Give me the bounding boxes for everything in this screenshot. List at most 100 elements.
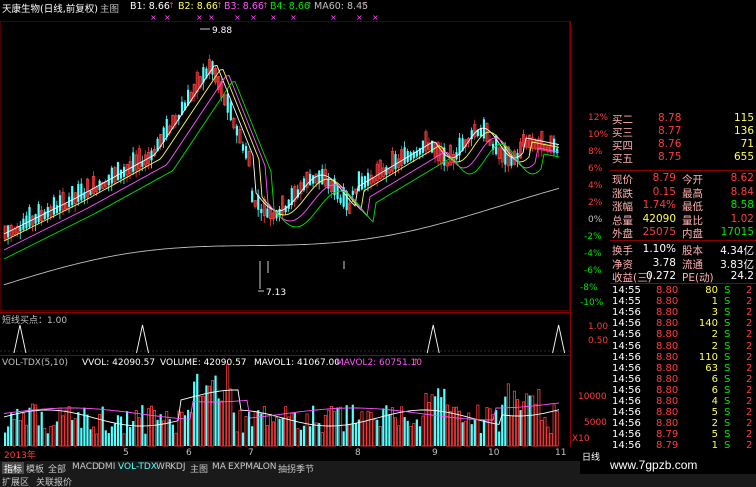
volume-bar [299,429,303,446]
bid-price: 8.76 [658,138,682,150]
trade-row[interactable]: 14:56 8.80 6 S 2 [612,374,756,385]
tab-kdj[interactable]: KDJ [170,462,186,472]
volume-bar [7,426,10,446]
trade-row[interactable]: 14:56 8.80 63 S 2 [612,363,756,374]
trade-row[interactable]: 14:56 8.80 4 S 2 [612,396,756,407]
volume-bar [454,406,458,447]
volume-bars [4,363,559,447]
volume-bar [479,432,482,446]
volume-bar [83,407,86,446]
volume-bar [223,390,227,447]
tab-macd[interactable]: MACD [72,462,99,472]
volume-bar [40,411,43,446]
order-book-row[interactable]: 买五 8.75 655 [610,151,756,165]
volume-bar [110,426,113,446]
order-book-row[interactable]: 买二 8.78 115 [610,112,756,126]
stat-value: 8.62 [730,172,754,184]
candle-body [80,183,83,201]
volume-bar [232,412,235,446]
bid-volume: 655 [733,151,754,163]
trade-row[interactable]: 14:56 8.80 6 S 2 [612,385,756,396]
volume-bar [501,404,504,446]
trade-row[interactable]: 14:56 8.80 3 S 2 [612,307,756,318]
trade-row[interactable]: 14:55 8.80 1 S 2 [612,296,756,307]
candle-body [71,186,74,206]
volume-bar [543,417,547,447]
stat-value: 8.79 [652,172,676,184]
trade-price: 8.80 [656,396,679,407]
volume-bar [522,401,526,447]
volume-bar [448,411,452,447]
trade-row[interactable]: 14:56 8.79 5 S 2 [612,429,756,440]
volume-bar [549,432,553,447]
bid-price: 8.78 [658,112,682,124]
volume-bar [418,426,421,446]
volume-bar [537,389,541,447]
volume-bar [217,398,220,446]
volume-bar [104,430,107,446]
order-book-row[interactable]: 买四 8.76 71 [610,138,756,152]
trade-row[interactable]: 14:56 8.80 2 S 2 [612,418,756,429]
candlestick-svg[interactable]: 9.88 7.13 [0,21,570,311]
volume-bar [64,409,68,447]
trade-row[interactable]: 14:56 8.80 5 S 2 [612,407,756,418]
volume-bar [4,432,7,446]
tab-vol-tdx[interactable]: VOL-TDX [118,462,157,472]
trade-row[interactable]: 14:56 8.80 110 S 2 [612,352,756,363]
sub-axis-label: 0.50 [588,336,609,346]
volume-bar [461,422,464,446]
volume-bar [119,416,123,446]
candles [3,54,559,245]
order-book-row[interactable]: 买三 8.77 136 [610,125,756,139]
buy-signal-chart[interactable] [0,312,570,354]
buy-signal-svg[interactable] [0,313,570,355]
volume-bar [226,363,230,447]
volume-bar [336,407,339,446]
trade-time: 14:56 [612,396,641,407]
tab-related-quotes[interactable]: 关联报价 [36,475,72,487]
volume-bar [77,412,80,446]
tab-dmi[interactable]: DMI [98,462,115,472]
vol-indicator-name[interactable]: VOL-TDX(5,10) [2,358,68,368]
trade-tick-mark: 2 [746,396,753,407]
period-label[interactable]: 日线 [582,450,600,463]
volume-bar [363,420,367,447]
pct-label: 6% [588,164,603,174]
trade-tick-mark: 2 [746,407,753,419]
tab-wr[interactable]: WR [156,462,171,472]
tab-extension[interactable]: 扩展区 [2,475,29,487]
trade-row[interactable]: 14:56 8.80 2 S 2 [612,341,756,352]
candle-body [556,148,559,154]
volume-bar [10,413,13,446]
trade-row[interactable]: 14:56 8.80 140 S 2 [612,318,756,329]
candle-body [43,211,46,220]
trade-row[interactable]: 14:56 8.79 1 S 2 [612,440,756,451]
b4-value: B4: 8.66 [270,1,310,12]
candle-body [553,138,556,153]
candle-body [77,184,80,203]
trade-row[interactable]: 14:56 8.80 2 S 2 [612,329,756,340]
volume-svg[interactable] [0,356,570,448]
volume-bar [540,420,544,447]
trade-row[interactable]: 14:55 8.80 80 S 2 [612,285,756,296]
candle-body [339,197,342,203]
stat-value: 0.272 [645,270,676,283]
tab-lon[interactable]: LON [258,462,277,472]
tab-ma[interactable]: MA [212,462,226,472]
volume-bar [24,424,28,447]
candlestick-chart[interactable]: 9.88 7.13 [0,21,570,311]
volume-chart[interactable] [0,355,570,447]
volume-bar [198,395,202,447]
volume-bar [265,424,269,447]
trade-time: 14:56 [612,362,641,374]
volume-bar [369,411,373,447]
trade-volume: 4 [711,396,718,407]
volume-bar [205,385,208,446]
trade-tick-mark: 2 [746,340,753,352]
candle-body [287,199,290,209]
mavol1-value: MAVOL1: 41067.00 [254,358,341,368]
sub-axis-label: 1.00 [588,322,609,332]
stat-row: 外盘 25075 内盘 17015 [610,226,756,240]
tab-expma[interactable]: EXPMA [228,462,259,472]
trade-side: S [724,329,731,341]
